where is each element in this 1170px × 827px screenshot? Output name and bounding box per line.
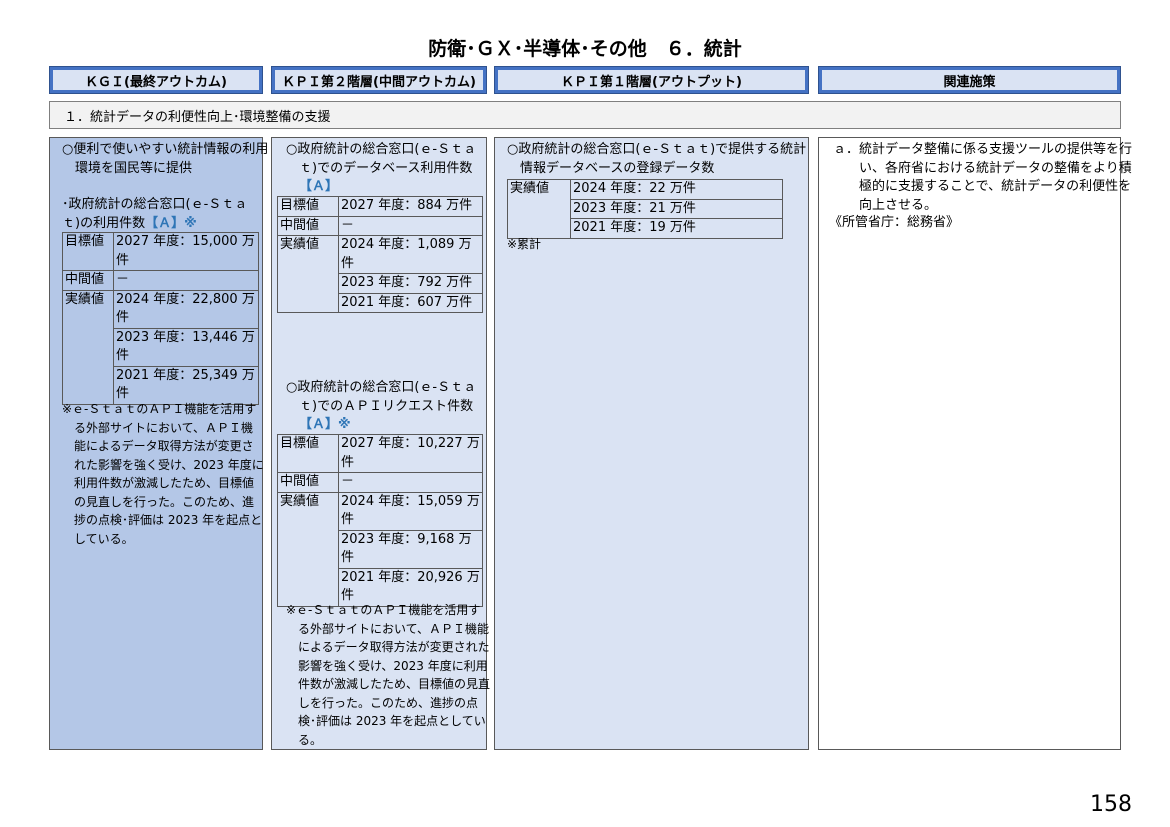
header-kpi1: ＫＰＩ第１階層(アウトプット) [494,66,809,94]
kpi2-column: ○政府統計の総合窓口(ｅ-Ｓｔａｔ)でのデータベース利用件数【Ａ】 目標値 202… [271,137,491,750]
kgi-column: ○便利で使いやすい統計情報の利用環境を国民等に提供 ･政府統計の総合窓口(ｅ-Ｓ… [49,137,268,750]
kpi2-goal-1: ○政府統計の総合窓口(ｅ-Ｓｔａｔ)でのデータベース利用件数【Ａ】 [286,142,477,194]
table-row: 目標値 2027 年度：15,000 万件 [62,232,259,271]
page-number: 158 [1090,792,1132,817]
kgi-goal: ○便利で使いやすい統計情報の利用環境を国民等に提供 [62,142,269,176]
kgi-metrics-table: 目標値 2027 年度：15,000 万件 中間値－ 実績値 2024 年度：22,… [62,232,259,405]
table-row: 中間値－ [62,270,259,291]
table-row: 目標値 2027 年度：884 万件 [277,196,483,217]
rating-badge: Ａ [312,417,326,432]
header-kgi: ＫＧＩ(最終アウトカム) [49,66,263,94]
ministry-label: 《所管省庁：総務省》 [829,215,960,230]
rating-badge: Ａ [312,179,326,194]
header-measures: 関連施策 [818,66,1121,94]
kgi-indicator: ･政府統計の総合窓口(ｅ-Ｓｔａｔ)の利用件数【Ａ】※ [62,197,248,231]
table-row: 実績値 2024 年度：22,800 万件 [62,289,259,405]
table-row: 実績値 2024 年度：15,059 万件 [277,491,483,607]
table-row: 実績値 2024 年度：1,089 万件 [277,235,483,313]
table-row: 中間値－ [277,215,483,236]
table-row: 実績値 2024 年度：22 万件 [507,179,783,239]
page-title: 防衛･ＧＸ･半導体･その他 ６．統計 [428,38,742,60]
table-row: 目標値 2027 年度：10,227 万件 [277,434,483,473]
kpi2-goal-2: ○政府統計の総合窓口(ｅ-Ｓｔａｔ)でのＡＰＩリクエスト件数【Ａ】※ [286,380,477,432]
kpi2-metrics-table-1: 目標値 2027 年度：884 万件 中間値－ 実績値 2024 年度：1,089 … [277,196,483,313]
measure-item-a: ａ．統計データ整備に係る支援ツールの提供等を行い、各府省における統計データの整備… [833,142,1133,213]
measures-column: ａ．統計データ整備に係る支援ツールの提供等を行い、各府省における統計データの整備… [818,137,1132,750]
header-kpi2: ＫＰＩ第２階層(中間アウトカム) [271,66,487,94]
section-label: １．統計データの利便性向上･環境整備の支援 [49,101,1121,129]
kgi-note: ※ｅ-ＳｔａｔのＡＰＩ機能を活用する外部サイトにおいて、ＡＰＩ機能によるデータ取… [62,402,264,546]
table-row: 中間値－ [277,472,483,493]
kpi1-column: ○政府統計の総合窓口(ｅ-Ｓｔａｔ)で提供する統計情報データベースの登録データ数… [494,137,809,750]
kpi1-note: ※累計 [507,237,542,251]
rating-badge: Ａ [158,215,172,231]
kpi2-metrics-table-2: 目標値 2027 年度：10,227 万件 中間値－ 実績値 2024 年度：15,… [277,434,483,607]
kpi2-note: ※ｅ-ＳｔａｔのＡＰＩ機能を活用する外部サイトにおいて、ＡＰＩ機能によるデータ取… [286,603,491,747]
kpi1-goal: ○政府統計の総合窓口(ｅ-Ｓｔａｔ)で提供する統計情報データベースの登録データ数 [507,142,807,176]
kpi1-metrics-table: 実績値 2024 年度：22 万件 2023 年度：21 万件 2021 年度：1… [507,179,783,239]
